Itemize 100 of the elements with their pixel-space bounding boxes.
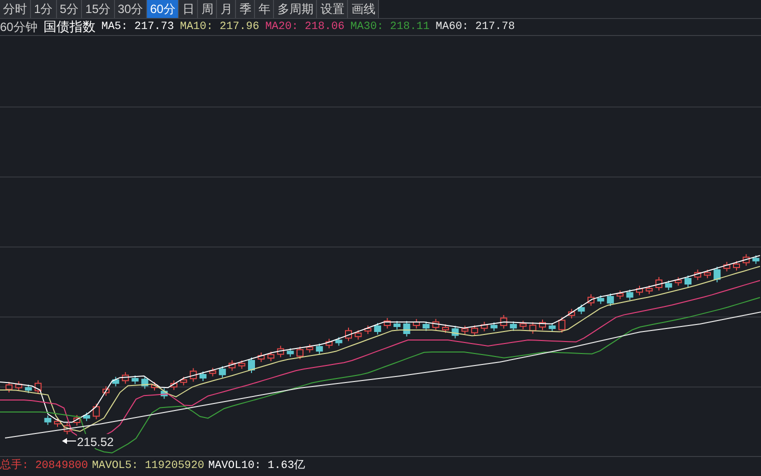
period-tab[interactable]: 分时	[0, 0, 31, 18]
candlestick	[578, 304, 585, 315]
candlestick	[539, 319, 546, 331]
moving-average-reading: MA10: 217.96	[180, 20, 260, 35]
candlestick	[674, 276, 682, 286]
candlestick	[296, 346, 304, 360]
candlestick	[228, 360, 236, 372]
volume-reading: MAVOL10: 1.63亿	[208, 458, 306, 474]
candlestick	[471, 324, 478, 336]
candlestick	[500, 314, 508, 330]
candlestick	[54, 418, 61, 428]
candlestick	[200, 371, 206, 382]
candlestick	[83, 412, 90, 422]
candlestick	[558, 316, 566, 334]
candlestick	[190, 368, 197, 382]
candlestick	[529, 322, 536, 334]
period-tab[interactable]: 季	[236, 0, 256, 18]
moving-average-reading: MA5: 217.73	[101, 20, 174, 35]
period-tab[interactable]: 15分	[82, 0, 115, 18]
candlestick	[24, 384, 32, 394]
instrument-name: 国债指数	[43, 18, 96, 36]
candlestick	[6, 381, 12, 393]
candlestick	[92, 403, 100, 420]
period-tab[interactable]: 设置	[317, 0, 348, 18]
candlestick	[723, 261, 730, 272]
period-tab[interactable]: 年	[255, 0, 274, 18]
candlestick	[646, 284, 653, 294]
candlestick	[209, 367, 216, 377]
period-tab[interactable]: 多周期	[274, 0, 318, 18]
candlestick	[422, 320, 430, 332]
candlestick	[442, 324, 449, 334]
candlestick	[520, 320, 527, 330]
candlestick	[364, 325, 372, 335]
candlestick	[412, 318, 420, 329]
candlestick	[180, 376, 188, 386]
period-tab[interactable]: 1分	[31, 0, 57, 18]
candlestick	[141, 376, 148, 390]
candlestick	[480, 321, 488, 332]
low-price-label: 215.52	[77, 435, 114, 449]
period-tab[interactable]: 周	[198, 0, 218, 18]
candlestick	[636, 285, 643, 296]
candlestick	[277, 345, 284, 358]
candlestick	[34, 380, 42, 394]
candlestick	[684, 275, 692, 288]
moving-average-reading: MA60: 217.78	[436, 20, 515, 35]
candlestick	[238, 360, 246, 370]
period-tab[interactable]: 月	[217, 0, 236, 18]
candlestick	[64, 422, 71, 435]
candlestick	[102, 386, 110, 396]
period-tab[interactable]: 日	[179, 0, 198, 18]
candlestick	[326, 338, 333, 349]
period-label: 60分钟	[0, 19, 38, 36]
candlestick	[306, 344, 314, 354]
candlestick	[510, 320, 517, 332]
candlestick	[218, 366, 226, 378]
candlestick	[151, 382, 158, 392]
candlestick	[170, 380, 178, 390]
candlestick	[354, 330, 362, 340]
candlestick	[122, 372, 129, 384]
candlestick	[597, 294, 604, 304]
volume-reading: 总手: 20849800	[0, 458, 88, 474]
candlestick	[345, 327, 352, 342]
candlestick	[655, 276, 662, 292]
candlestick	[73, 414, 80, 426]
period-tab[interactable]: 60分	[147, 0, 180, 18]
candlestick	[112, 376, 120, 387]
period-tab[interactable]: 30分	[114, 0, 148, 18]
candlestick	[432, 318, 440, 331]
candlestick	[394, 320, 400, 330]
moving-average-reading: MA30: 218.11	[350, 20, 430, 35]
candlestick	[286, 348, 294, 358]
candlestick	[44, 414, 52, 426]
candlestick	[548, 322, 556, 332]
period-tab[interactable]: 5分	[56, 0, 82, 18]
candlestick	[742, 254, 750, 266]
candlestick	[606, 293, 614, 307]
candlestick	[616, 290, 624, 300]
candlestick	[733, 260, 740, 272]
candlestick	[452, 325, 459, 339]
candlestick	[335, 336, 342, 346]
volume-reading: MAVOL5: 119205920	[92, 459, 204, 474]
candlestick	[704, 269, 711, 279]
period-tab[interactable]: 画线	[348, 0, 380, 18]
candlestick	[568, 308, 576, 319]
pointer-arrow-icon	[62, 438, 76, 444]
candlestick	[626, 289, 634, 301]
candlestick	[384, 318, 391, 329]
candlestick	[752, 254, 760, 264]
candlestick	[258, 352, 265, 363]
candlestick	[316, 343, 323, 355]
candlestick	[714, 266, 721, 283]
candlestick	[374, 322, 382, 335]
candlestick	[15, 380, 22, 392]
candlestick	[132, 375, 139, 385]
candlestick	[694, 269, 702, 281]
candlestick	[160, 388, 168, 400]
candlestick	[461, 325, 468, 335]
candlestick	[490, 322, 498, 332]
candlestick	[267, 351, 274, 362]
candlestick	[248, 356, 255, 374]
